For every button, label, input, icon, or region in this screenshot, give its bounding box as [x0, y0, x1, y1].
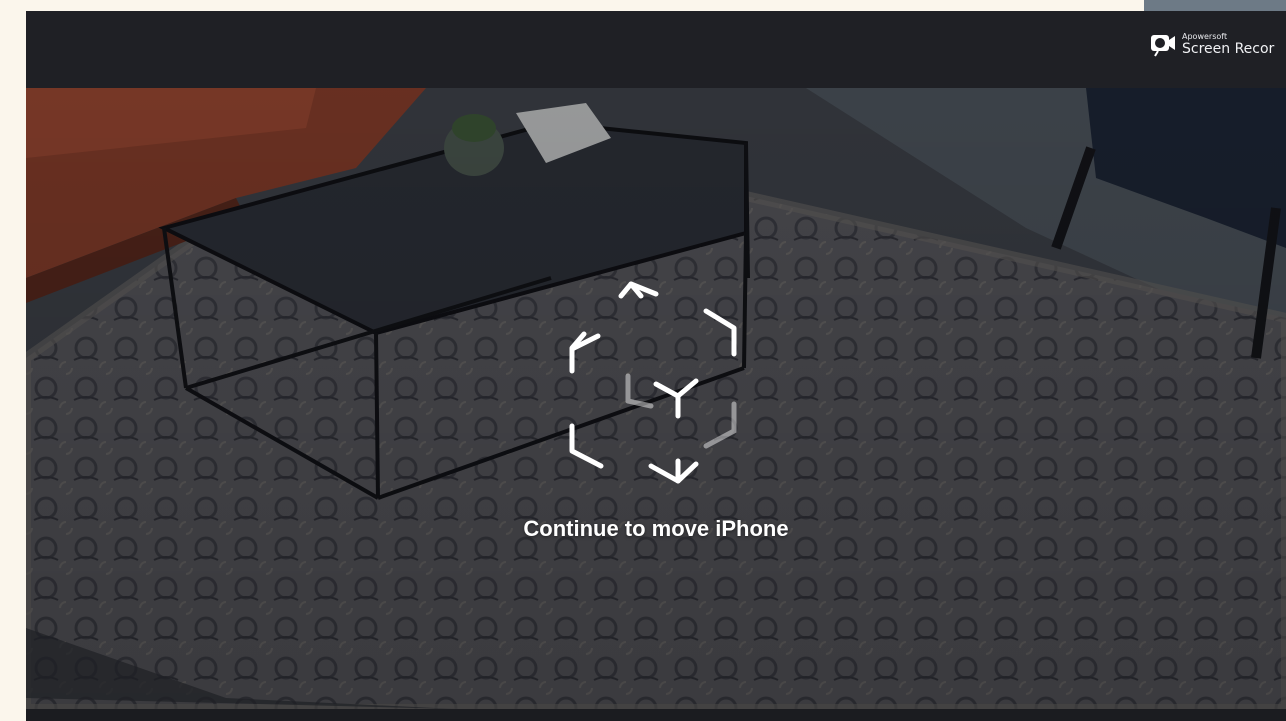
- background-window-edge: [1144, 0, 1286, 11]
- ar-cube-move-icon: [569, 281, 737, 484]
- ar-camera-screen: Continue to move iPhone: [26, 11, 1286, 721]
- top-bar: [26, 11, 1286, 88]
- camera-icon: [1151, 35, 1175, 57]
- recorder-watermark: Apowersoft Screen Recor: [1150, 26, 1286, 62]
- watermark-brand: Apowersoft: [1182, 31, 1228, 41]
- watermark-product: Screen Recor: [1182, 40, 1275, 57]
- instruction-overlay: Continue to move iPhone: [26, 516, 1286, 542]
- bottom-bar: [26, 709, 1286, 721]
- instruction-text: Continue to move iPhone: [523, 516, 789, 541]
